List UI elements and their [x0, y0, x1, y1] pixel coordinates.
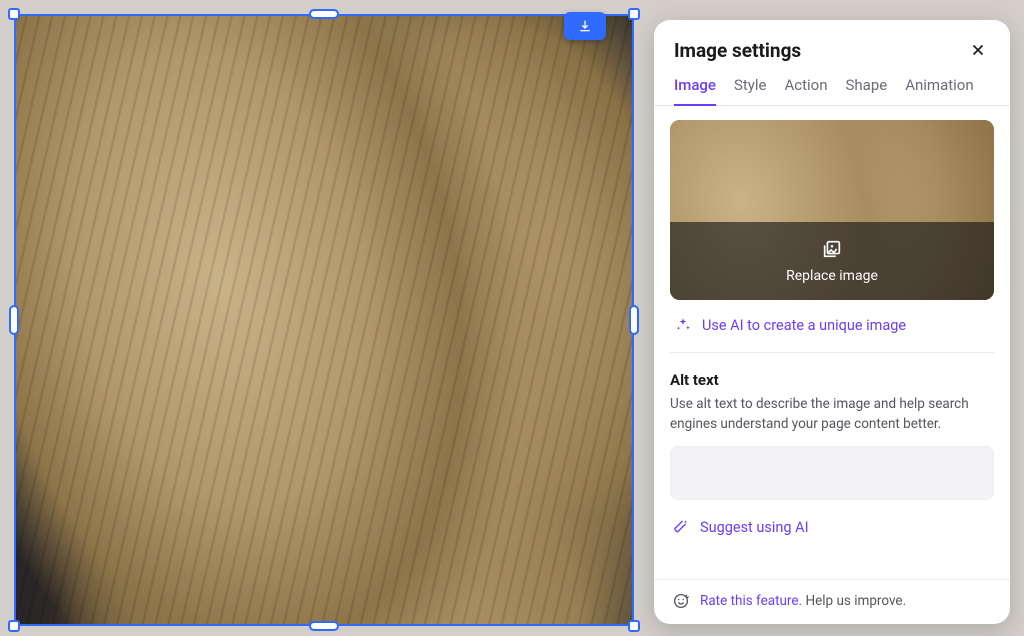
panel-footer: Rate this feature. Help us improve.	[654, 579, 1010, 624]
alt-text-description: Use alt text to describe the image and h…	[670, 395, 994, 434]
panel-body: Replace image Use AI to create a unique …	[654, 106, 1010, 579]
ai-create-image-link[interactable]: Use AI to create a unique image	[670, 300, 994, 350]
close-button[interactable]	[966, 38, 990, 62]
image-preview: Replace image	[670, 120, 994, 300]
ai-create-image-label: Use AI to create a unique image	[702, 317, 906, 334]
image-stack-icon	[821, 238, 843, 260]
suggest-ai-label: Suggest using AI	[700, 519, 809, 536]
panel-header: Image settings	[654, 20, 1010, 70]
resize-handle-top-left[interactable]	[8, 8, 20, 20]
alt-text-input[interactable]	[670, 446, 994, 500]
selected-image[interactable]	[14, 14, 634, 626]
resize-handle-left[interactable]	[9, 305, 19, 335]
resize-handle-bottom[interactable]	[309, 621, 339, 631]
replace-image-button[interactable]: Replace image	[670, 222, 994, 300]
smiley-icon	[672, 592, 690, 610]
image-content	[14, 14, 634, 626]
tabs: Image Style Action Shape Animation	[654, 70, 1010, 106]
alt-text-title: Alt text	[670, 371, 994, 389]
image-settings-panel: Image settings Image Style Action Shape …	[654, 20, 1010, 624]
resize-handle-bottom-left[interactable]	[8, 620, 20, 632]
tab-action[interactable]: Action	[784, 76, 827, 106]
tab-image[interactable]: Image	[674, 76, 716, 106]
download-icon	[577, 18, 593, 34]
divider	[670, 352, 994, 353]
tab-shape[interactable]: Shape	[846, 76, 888, 106]
suggest-ai-link[interactable]: Suggest using AI	[670, 504, 994, 542]
canvas	[14, 14, 634, 626]
sparkles-icon	[674, 316, 692, 334]
rate-feature-hint: Help us improve.	[805, 593, 906, 609]
resize-handle-top-right[interactable]	[628, 8, 640, 20]
rate-feature-link[interactable]: Rate this feature.	[700, 593, 802, 609]
tab-style[interactable]: Style	[734, 76, 767, 106]
resize-handle-right[interactable]	[629, 305, 639, 335]
resize-handle-bottom-right[interactable]	[628, 620, 640, 632]
download-button[interactable]	[564, 12, 606, 40]
resize-handle-top[interactable]	[309, 9, 339, 19]
close-icon	[969, 41, 987, 59]
panel-title: Image settings	[674, 39, 801, 62]
tab-animation[interactable]: Animation	[905, 76, 973, 106]
magic-wand-icon	[672, 518, 690, 536]
replace-image-label: Replace image	[786, 268, 878, 284]
